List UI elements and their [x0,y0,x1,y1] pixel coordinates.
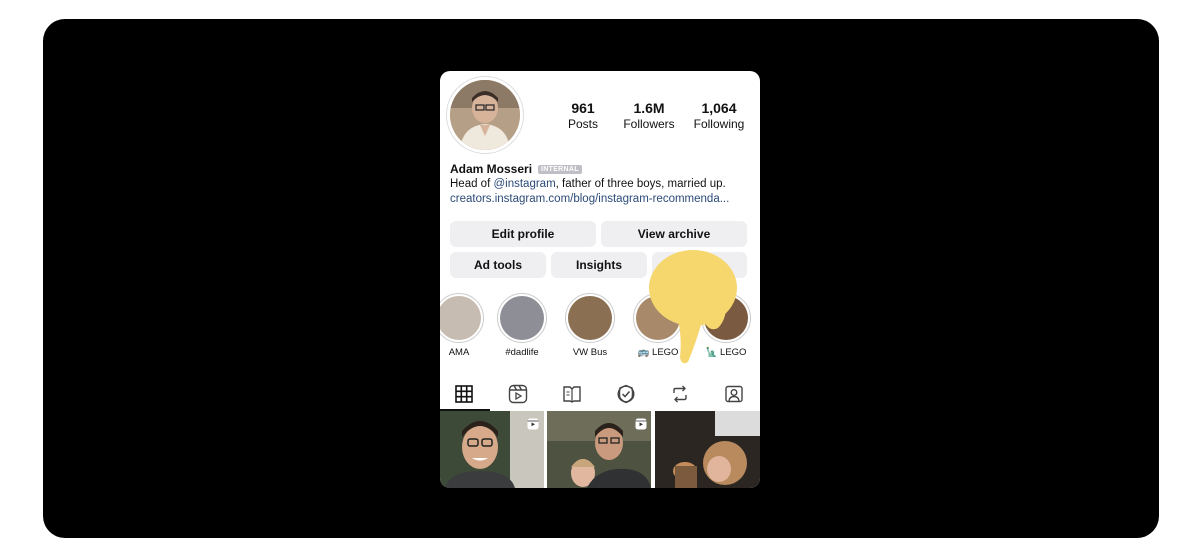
tagged-icon[interactable] [722,382,746,406]
reposts-icon[interactable] [668,382,692,406]
reel-badge-icon [635,417,647,435]
highlight-ring [497,293,547,343]
post-thumbnail[interactable] [654,411,760,488]
highlight-ring [565,293,615,343]
profile-stats: 961 Posts 1.6M Followers 1,064 Following [558,100,748,131]
highlight-ring [440,293,484,343]
profile-tabs [440,377,760,409]
ad-tools-button[interactable]: Ad tools [450,252,546,278]
stat-label: Following [693,117,745,131]
reel-badge-icon [527,417,539,435]
reels-icon[interactable] [506,382,530,406]
pointer-hand-icon [648,248,740,373]
grid-icon[interactable] [452,382,476,406]
stat-value: 1.6M [633,100,665,116]
highlight-label: VW Bus [572,347,608,358]
profile-name-row: Adam Mosseri INTERNAL [450,162,582,176]
insights-button[interactable]: Insights [551,252,647,278]
highlight-vw-bus[interactable]: VW Bus [561,293,619,358]
stat-followers[interactable]: 1.6M Followers [621,100,677,131]
stat-label: Posts [567,117,598,131]
edit-profile-button[interactable]: Edit profile [450,221,596,247]
highlight-label: #dadlife [505,347,539,358]
profile-bio: Head of @instagram, father of three boys… [450,178,726,190]
bio-text: Head of [450,178,494,190]
internal-badge: INTERNAL [538,164,582,174]
guides-icon[interactable] [560,382,584,406]
stat-value: 961 [571,100,595,116]
stat-following[interactable]: 1,064 Following [690,100,748,131]
posts-grid [440,411,760,488]
avatar-photo [450,80,520,150]
profile-website-link[interactable]: creators.instagram.com/blog/instagram-re… [450,193,729,205]
collab-icon[interactable] [614,382,638,406]
stat-posts[interactable]: 961 Posts [558,100,608,131]
stat-value: 1,064 [701,100,737,116]
view-archive-button[interactable]: View archive [601,221,747,247]
post-thumbnail[interactable] [440,411,545,488]
bio-text: , father of three boys, married up. [555,178,726,190]
profile-name: Adam Mosseri [450,162,533,176]
highlight-label: AMA [448,347,470,358]
highlight-ama[interactable]: AMA [440,293,488,358]
highlight-dadlife[interactable]: #dadlife [493,293,551,358]
post-thumbnail[interactable] [547,411,652,488]
stat-label: Followers [623,117,675,131]
bio-mention-link[interactable]: @instagram [493,178,555,190]
profile-avatar[interactable] [446,76,524,154]
